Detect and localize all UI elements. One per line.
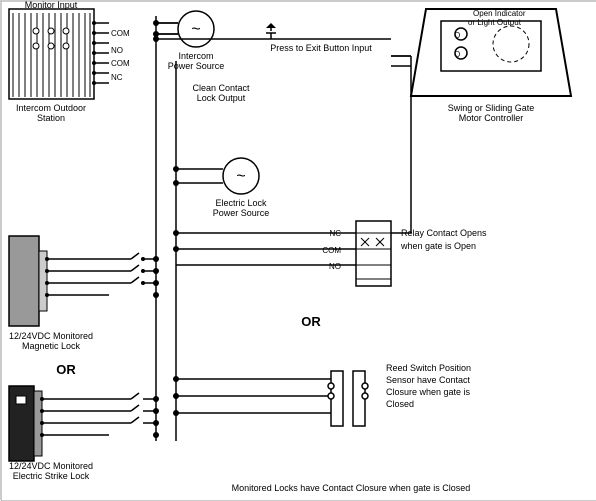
svg-text:NO: NO xyxy=(111,46,123,55)
svg-text:when gate is Open: when gate is Open xyxy=(400,241,476,251)
svg-text:Clean Contact: Clean Contact xyxy=(192,83,250,93)
svg-text:O: O xyxy=(454,31,460,40)
svg-text:Relay Contact Opens: Relay Contact Opens xyxy=(401,228,487,238)
wiring-diagram: Monitor Input COM NO COM NC Intercom Out… xyxy=(0,0,596,500)
svg-text:Open Indicator: Open Indicator xyxy=(473,9,526,18)
svg-text:Sensor have Contact: Sensor have Contact xyxy=(386,375,471,385)
svg-text:Closure when gate is: Closure when gate is xyxy=(386,387,471,397)
svg-text:Lock Output: Lock Output xyxy=(197,93,246,103)
svg-text:COM: COM xyxy=(111,29,130,38)
svg-text:Station: Station xyxy=(37,113,65,123)
svg-text:Intercom Outdoor: Intercom Outdoor xyxy=(16,103,86,113)
svg-text:Monitor Input: Monitor Input xyxy=(25,1,78,10)
svg-text:Closed: Closed xyxy=(386,399,414,409)
svg-text:COM: COM xyxy=(322,246,341,255)
svg-text:~: ~ xyxy=(236,168,245,185)
svg-text:Motor Controller: Motor Controller xyxy=(459,113,524,123)
svg-text:Swing or Sliding Gate: Swing or Sliding Gate xyxy=(448,103,535,113)
svg-text:~: ~ xyxy=(191,21,200,38)
svg-text:Intercom: Intercom xyxy=(178,51,213,61)
svg-text:Electric Lock: Electric Lock xyxy=(215,198,267,208)
svg-text:Magnetic Lock: Magnetic Lock xyxy=(22,341,81,351)
svg-text:12/24VDC Monitored: 12/24VDC Monitored xyxy=(9,461,93,471)
svg-text:Electric Strike Lock: Electric Strike Lock xyxy=(13,471,90,481)
svg-text:NC: NC xyxy=(111,73,123,82)
svg-text:O: O xyxy=(454,50,460,59)
svg-text:Monitored Locks have Contact C: Monitored Locks have Contact Closure whe… xyxy=(232,483,471,493)
svg-text:NO: NO xyxy=(329,262,341,271)
svg-text:or Light Output: or Light Output xyxy=(468,18,522,27)
svg-text:Power Source: Power Source xyxy=(213,208,270,218)
svg-text:Reed Switch Position: Reed Switch Position xyxy=(386,363,471,373)
svg-text:OR: OR xyxy=(56,362,76,377)
svg-text:12/24VDC Monitored: 12/24VDC Monitored xyxy=(9,331,93,341)
svg-text:Press to Exit Button Input: Press to Exit Button Input xyxy=(270,43,372,53)
svg-text:OR: OR xyxy=(301,314,321,329)
svg-text:COM: COM xyxy=(111,59,130,68)
